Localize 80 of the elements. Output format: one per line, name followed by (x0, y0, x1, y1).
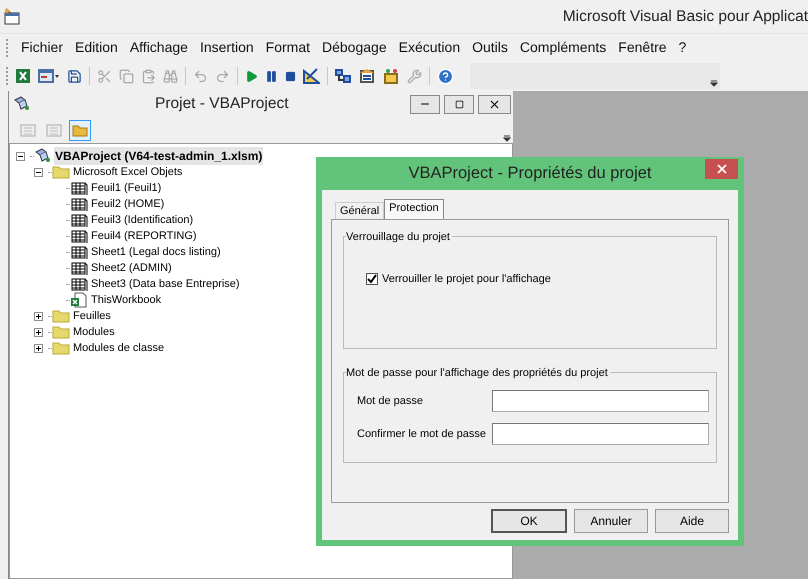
tree-item[interactable]: ThisWorkbook (90, 292, 162, 308)
maximize-button[interactable] (444, 94, 474, 114)
stop-icon[interactable] (285, 70, 296, 82)
menu-item[interactable]: Débogage (316, 37, 393, 58)
app-icon[interactable] (3, 8, 21, 26)
maximize-icon (454, 100, 464, 108)
folder-icon (52, 341, 70, 355)
field-label: Mot de passe (357, 394, 424, 409)
folder-icon (52, 309, 70, 323)
close-icon (714, 162, 728, 176)
tree-item[interactable]: Feuil4 (REPORTING) (90, 228, 198, 244)
list-icon (46, 124, 62, 136)
expand-icon[interactable] (34, 328, 43, 336)
sheet-icon (70, 212, 88, 228)
tree-item[interactable]: Sheet2 (ADMIN) (90, 260, 173, 276)
menu-item[interactable]: ? (672, 37, 692, 58)
project-icon (34, 148, 52, 164)
toggle-folders-button[interactable] (69, 120, 91, 140)
collapse-icon[interactable] (34, 168, 43, 176)
password-field[interactable] (492, 390, 709, 412)
tree-item[interactable]: VBAProject (V64-test-admin_1.xlsm) (54, 147, 264, 165)
checkbox[interactable] (366, 273, 378, 286)
tab[interactable]: Protection (384, 199, 444, 219)
menu-item[interactable]: Fenêtre (612, 37, 673, 58)
dialog-title: VBAProject - Propriétés du projet (408, 163, 652, 184)
sheet-icon (70, 244, 88, 260)
workbook-icon (70, 292, 88, 308)
menu-item[interactable]: Format (260, 37, 316, 58)
group-title: Mot de passe pour l'affichage des propriétés du projet (346, 365, 610, 382)
menu-item[interactable]: Edition (69, 37, 124, 58)
menu-item[interactable]: Affichage (124, 37, 194, 58)
dialog-button[interactable]: Aide (655, 509, 729, 533)
sheet-icon (70, 228, 88, 244)
tree-item[interactable]: Sheet1 (Legal docs listing) (90, 244, 222, 260)
menu-item[interactable]: Fichier (15, 37, 70, 58)
sheet-icon (70, 276, 88, 292)
project-explorer-icon[interactable] (335, 68, 352, 84)
checkbox-label: Verrouiller le projet pour l'affichage (382, 272, 551, 287)
panel-title: Projet - VBAProject (155, 94, 289, 114)
expand-icon[interactable] (34, 344, 43, 352)
tree-item[interactable]: Modules (72, 324, 116, 340)
folder-icon (72, 124, 88, 136)
dialog-button[interactable]: OK (491, 509, 567, 533)
run-icon[interactable] (245, 70, 258, 82)
form-dropdown-icon[interactable] (38, 68, 60, 84)
close-icon (488, 98, 501, 110)
menu-item[interactable]: Compléments (514, 37, 612, 58)
pause-icon[interactable] (265, 70, 278, 82)
tree-item[interactable]: Feuil3 (Identification) (90, 212, 194, 228)
folder-icon (52, 325, 70, 339)
sheet-icon (70, 196, 88, 212)
collapse-icon[interactable] (16, 152, 25, 160)
tree-item[interactable]: Microsoft Excel Objets (72, 164, 184, 180)
toolbar-options-icon[interactable] (710, 79, 718, 87)
menu-item[interactable]: Insertion (194, 37, 260, 58)
group-title: Verrouillage du projet (346, 229, 452, 246)
dialog-button[interactable]: Annuler (574, 509, 648, 533)
tree-item[interactable]: Modules de classe (72, 340, 166, 356)
menu-item[interactable]: Exécution (392, 37, 466, 58)
close-button[interactable] (478, 94, 511, 114)
menu-item[interactable]: Outils (466, 37, 514, 58)
help-icon[interactable] (437, 68, 454, 84)
sheet-icon (70, 180, 88, 196)
field-label: Confirmer le mot de passe (357, 426, 487, 442)
password-field[interactable] (492, 423, 709, 445)
properties-icon[interactable] (359, 68, 376, 84)
toolbar-options-icon[interactable] (503, 134, 511, 142)
save-icon[interactable] (67, 68, 82, 84)
tab[interactable]: Général (335, 202, 384, 219)
project-icon (13, 95, 31, 113)
list-icon (20, 124, 36, 136)
tree-item[interactable]: Feuil2 (HOME) (90, 196, 166, 212)
sheet-icon (70, 260, 88, 276)
tree-item[interactable]: Feuil1 (Feuil1) (90, 180, 162, 196)
expand-icon[interactable] (34, 312, 43, 320)
tree-item[interactable]: Feuilles (72, 308, 112, 324)
tree-item[interactable]: Sheet3 (Data base Entreprise) (90, 276, 241, 292)
spreadsheet-icon[interactable] (15, 68, 31, 84)
object-browser-icon[interactable] (383, 68, 400, 84)
window-title: Microsoft Visual Basic pour Applicat (562, 6, 808, 27)
